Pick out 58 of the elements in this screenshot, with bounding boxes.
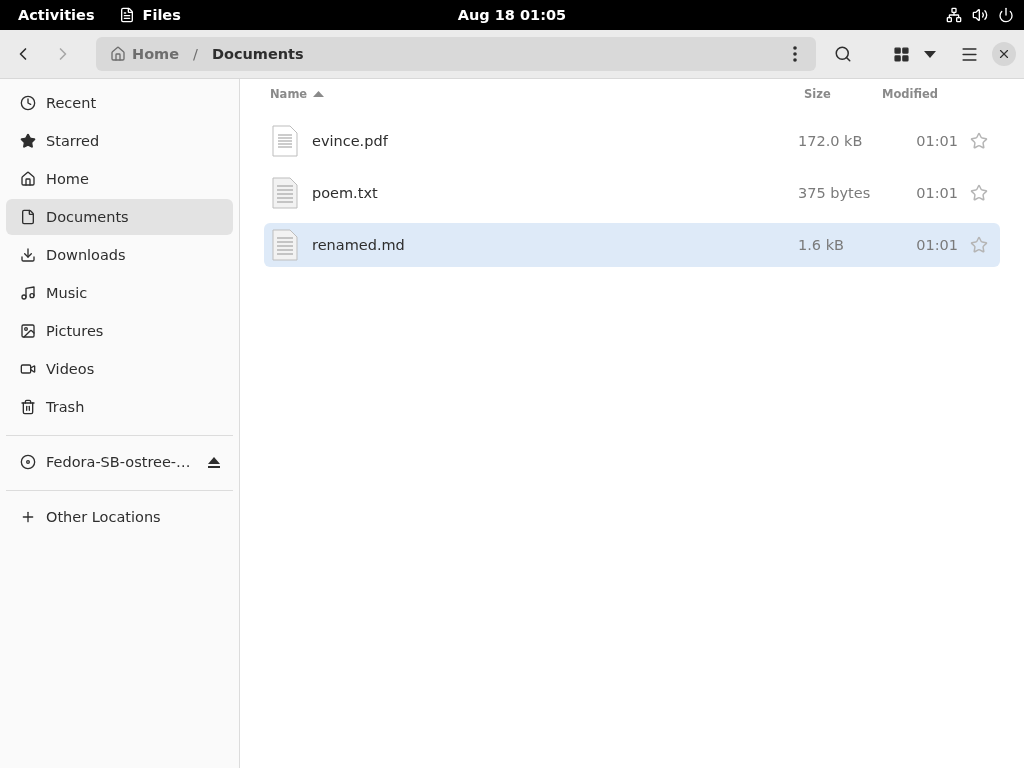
file-name: poem.txt	[311, 185, 379, 201]
file-row[interactable]: poem.txt 375 bytes 01:01	[264, 171, 1000, 215]
power-icon[interactable]	[998, 7, 1014, 23]
search-icon	[834, 45, 852, 63]
app-menu-button[interactable]: Files	[110, 7, 189, 23]
sidebar-item[interactable]: Music	[6, 275, 233, 311]
path-crumb[interactable]: Home	[106, 46, 184, 62]
sidebar-item[interactable]: Starred	[6, 123, 233, 159]
activities-button[interactable]: Activities	[10, 7, 103, 23]
file-row[interactable]: evince.pdf 172.0 kB 01:01	[264, 119, 1000, 163]
sidebar-item[interactable]: Downloads	[6, 237, 233, 273]
star-icon[interactable]	[970, 236, 988, 254]
plus-icon	[20, 509, 36, 525]
place-icon	[20, 171, 36, 187]
place-icon	[20, 285, 36, 301]
close-icon	[997, 47, 1011, 61]
document-icon	[272, 125, 298, 157]
place-icon	[20, 133, 36, 149]
modified-time: 01:01	[915, 237, 958, 253]
place-icon	[20, 209, 36, 225]
modified-time: 01:01	[915, 133, 958, 149]
home-icon	[110, 46, 126, 62]
sort-up-icon	[313, 91, 325, 97]
eject-icon[interactable]	[207, 455, 221, 469]
file-size: 375 bytes	[798, 185, 872, 201]
file-size: 1.6 kB	[798, 237, 845, 253]
clock[interactable]: Aug 18 01:05	[449, 7, 575, 23]
place-icon	[20, 247, 36, 263]
sidebar-item[interactable]: Other Locations	[6, 499, 233, 535]
modified-time: 01:01	[915, 185, 958, 201]
file-row[interactable]: renamed.md 1.6 kB 01:01	[264, 223, 1000, 267]
grid-icon	[892, 45, 910, 63]
star-icon[interactable]	[970, 184, 988, 202]
text-file-icon	[272, 177, 298, 209]
place-icon	[20, 361, 36, 377]
file-name: renamed.md	[311, 237, 406, 253]
star-icon[interactable]	[970, 132, 988, 150]
text-file-icon	[272, 229, 298, 261]
place-icon	[20, 95, 36, 111]
sidebar-item[interactable]: Videos	[6, 351, 233, 387]
path-separator: /	[193, 46, 198, 62]
sidebar-item[interactable]: Home	[6, 161, 233, 197]
sidebar-item[interactable]: Documents	[6, 199, 233, 235]
file-name: evince.pdf	[311, 133, 389, 149]
network-icon[interactable]	[946, 7, 962, 23]
close-button[interactable]	[992, 42, 1016, 66]
place-icon	[20, 399, 36, 415]
place-icon	[20, 323, 36, 339]
disc-icon	[20, 454, 36, 470]
sidebar-item[interactable]: Fedora-SB-ostree-…	[6, 444, 233, 480]
sidebar-item[interactable]: Recent	[6, 85, 233, 121]
sidebar-item[interactable]: Pictures	[6, 313, 233, 349]
file-size: 172.0 kB	[798, 133, 864, 149]
volume-icon[interactable]	[972, 7, 988, 23]
caret-icon[interactable]	[924, 50, 936, 58]
path-crumb[interactable]: Documents	[207, 46, 308, 62]
vertical-dots-icon	[793, 46, 797, 62]
sidebar-item[interactable]: Trash	[6, 389, 233, 425]
